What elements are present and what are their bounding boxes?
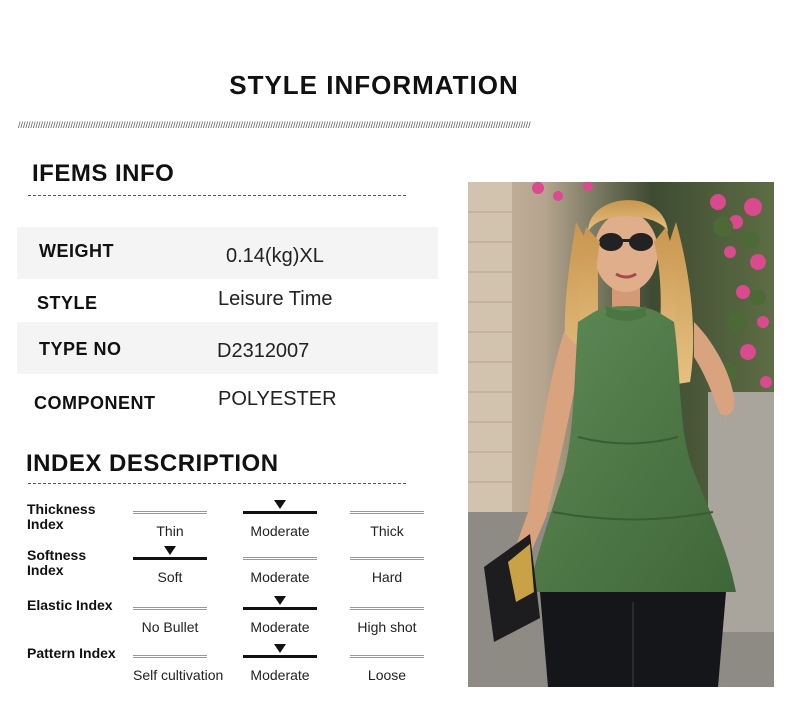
index-option: Moderate — [243, 644, 317, 683]
index-bar — [243, 557, 317, 560]
index-option: Self cultivation — [133, 655, 224, 683]
index-option-label: Moderate — [250, 523, 310, 539]
index-option: Hard — [350, 557, 424, 585]
index-option-label: Thick — [370, 523, 404, 539]
index-option: Loose — [350, 655, 424, 683]
index-label: Elastic Index — [27, 597, 113, 613]
info-row-type-no: TYPE NO D2312007 — [17, 322, 438, 374]
index-bar — [133, 511, 207, 514]
index-bar-selected — [243, 655, 317, 658]
index-heading: INDEX DESCRIPTION — [26, 450, 279, 477]
index-bar — [133, 655, 207, 658]
index-option-label: Self cultivation — [133, 667, 224, 683]
index-label: Softness Index — [27, 547, 87, 578]
index-option-label: Moderate — [250, 667, 310, 683]
index-bar — [350, 655, 424, 658]
index-bar-selected — [243, 607, 317, 610]
index-label: Thickness Index — [27, 501, 96, 532]
info-key: WEIGHT — [39, 241, 114, 261]
index-option-label: Loose — [367, 667, 407, 683]
index-bar — [350, 511, 424, 514]
index-option-label: No Bullet — [141, 619, 199, 635]
index-option: Moderate — [243, 557, 317, 585]
triangle-marker-icon — [274, 500, 286, 509]
index-option: High shot — [350, 607, 424, 635]
info-key: STYLE — [37, 293, 98, 313]
index-option: Moderate — [243, 596, 317, 635]
info-value: POLYESTER — [218, 388, 337, 410]
triangle-marker-icon — [274, 644, 286, 653]
index-option: Moderate — [243, 500, 317, 539]
index-option: Soft — [133, 546, 207, 585]
triangle-marker-icon — [274, 596, 286, 605]
index-option-label: Hard — [371, 569, 403, 585]
info-value: Leisure Time — [218, 288, 333, 310]
info-row-component: COMPONENT POLYESTER — [17, 374, 438, 426]
items-info-divider — [28, 195, 406, 196]
index-option: No Bullet — [133, 607, 207, 635]
index-divider — [28, 483, 406, 484]
index-option-label: Moderate — [250, 569, 310, 585]
model-photo-illustration — [468, 182, 774, 687]
triangle-marker-icon — [164, 546, 176, 555]
index-bar-selected — [243, 511, 317, 514]
product-photo — [468, 182, 774, 687]
index-bar — [350, 607, 424, 610]
index-label: Pattern Index — [27, 645, 116, 661]
index-bar — [133, 607, 207, 610]
info-row-weight: WEIGHT 0.14(kg)XL — [17, 227, 438, 279]
index-bar-selected — [133, 557, 207, 560]
info-value: D2312007 — [217, 340, 310, 362]
index-option: Thick — [350, 511, 424, 539]
index-bar — [350, 557, 424, 560]
index-option-label: Thin — [156, 523, 184, 539]
info-key: TYPE NO — [39, 339, 122, 359]
index-option-label: Soft — [157, 569, 183, 585]
items-info-heading: IFEMS INFO — [32, 160, 175, 187]
index-option: Thin — [133, 511, 207, 539]
index-option-label: High shot — [357, 619, 417, 635]
index-option-label: Moderate — [250, 619, 310, 635]
info-key: COMPONENT — [34, 393, 156, 413]
slash-divider: ////////////////////////////////////////… — [18, 120, 531, 130]
info-value: 0.14(kg)XL — [226, 245, 324, 267]
page-title: STYLE INFORMATION — [229, 70, 519, 100]
